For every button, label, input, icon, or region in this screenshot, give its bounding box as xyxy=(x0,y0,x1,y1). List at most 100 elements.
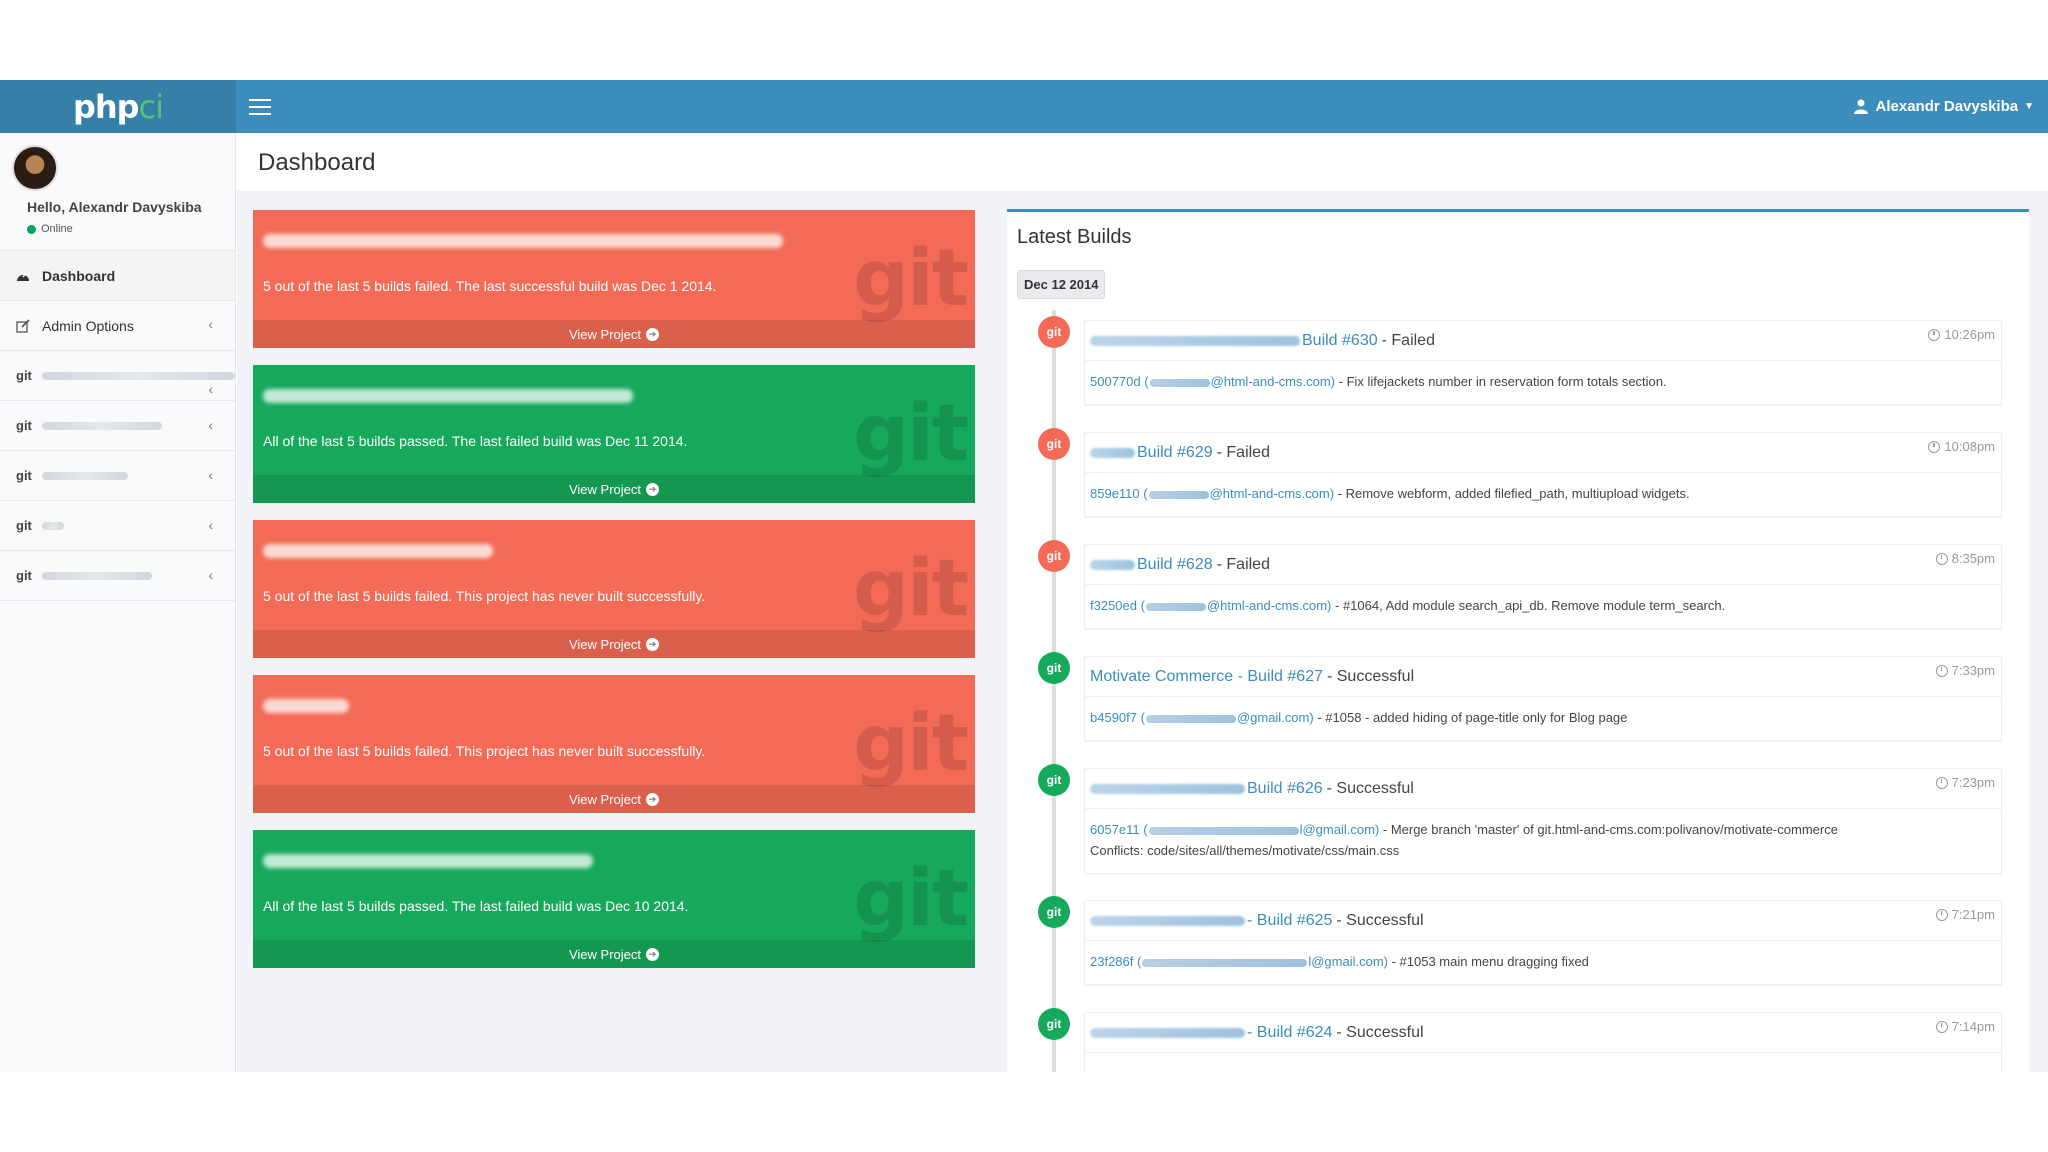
commit-hash-link[interactable]: 500770d ( xyxy=(1090,374,1149,389)
project-name-redacted xyxy=(1090,783,1245,794)
git-icon: git xyxy=(16,568,32,583)
clock-icon xyxy=(1935,908,1948,921)
user-name: Alexandr Davyskiba xyxy=(1875,98,2019,115)
commit-hash-link[interactable]: 859e110 ( xyxy=(1090,486,1148,501)
build-link[interactable]: Motivate Commerce - Build #627 xyxy=(1090,668,1323,686)
arrow-circle-right-icon: ➔ xyxy=(646,327,659,341)
project-summary: All of the last 5 builds passed. The las… xyxy=(263,433,688,449)
build-link[interactable]: Build #628 xyxy=(1137,556,1213,574)
project-name-redacted xyxy=(263,854,593,868)
git-icon: git xyxy=(853,854,969,944)
view-project-link[interactable]: View Project ➔ xyxy=(253,630,975,658)
view-project-link[interactable]: View Project ➔ xyxy=(253,940,975,968)
commit-message: - Merge branch 'master' of git.html-and-… xyxy=(1382,822,1838,837)
git-icon: git xyxy=(16,368,32,383)
sidebar-item-project[interactable]: git ‹ xyxy=(0,351,235,401)
project-name-redacted xyxy=(41,421,162,430)
build-commit: f3250ed (@html-and-cms.com) - #1064, Add… xyxy=(1085,585,2001,628)
project-box-failed: 5 out of the last 5 builds failed. This … xyxy=(253,520,975,658)
view-project-link[interactable]: View Project ➔ xyxy=(253,785,975,813)
build-time: 7:21pm xyxy=(1935,907,1995,922)
build-link[interactable]: Build #626 xyxy=(1247,780,1323,798)
chevron-left-icon: ‹ xyxy=(208,567,213,583)
project-name-redacted xyxy=(1090,447,1135,458)
latest-builds-panel: Latest Builds Dec 12 2014 git Build #630… xyxy=(1007,209,2029,1072)
build-time: 7:14pm xyxy=(1935,1019,1995,1034)
arrow-circle-right-icon: ➔ xyxy=(646,792,659,806)
timeline-date-label: Dec 12 2014 xyxy=(1017,270,1106,299)
author-redacted xyxy=(1145,714,1236,723)
build-header: Build #626 - Successful 7:23pm xyxy=(1085,769,2001,809)
project-name-redacted xyxy=(41,571,152,580)
sidebar-item-label: Admin Options xyxy=(42,317,134,334)
build-status: - Successful xyxy=(1336,1023,1424,1041)
app-window: phpci Alexandr Davyskiba ▼ Hello, Alexan… xyxy=(0,80,2048,1072)
commit-hash-link[interactable]: 6057e11 ( xyxy=(1090,822,1148,837)
commit-hash-link[interactable]: b4590f7 ( xyxy=(1090,710,1145,725)
top-navbar: phpci Alexandr Davyskiba ▼ xyxy=(0,80,2048,133)
dashboard-icon xyxy=(16,270,34,282)
build-time-text: 7:23pm xyxy=(1951,775,1995,790)
build-link[interactable]: - Build #624 xyxy=(1247,1024,1332,1042)
sidebar-item-dashboard[interactable]: Dashboard xyxy=(0,251,235,301)
build-commit: b4590f7 (@gmail.com) - #1058 - added hid… xyxy=(1085,697,2001,740)
online-status: Online xyxy=(27,223,73,235)
build-time: 7:23pm xyxy=(1935,775,1995,790)
build-time-text: 8:35pm xyxy=(1951,551,1995,566)
view-project-label: View Project xyxy=(568,481,641,497)
build-link[interactable]: - Build #625 xyxy=(1247,912,1332,930)
git-icon: git xyxy=(16,518,32,533)
commit-message-conflicts: Conflicts: code/sites/all/themes/motivat… xyxy=(1090,843,1400,858)
build-commit: 6057e11 ( l@gmail.com) - Merge branch 'ma… xyxy=(1085,809,2001,873)
commit-hash-link[interactable]: f3250ed ( xyxy=(1090,598,1145,613)
git-icon: git xyxy=(1038,428,1070,460)
author-redacted xyxy=(1145,602,1206,611)
commit-hash-link[interactable]: 23f286f ( xyxy=(1090,954,1141,969)
user-menu-dropdown[interactable]: Alexandr Davyskiba ▼ xyxy=(1853,80,2034,133)
clock-icon xyxy=(1935,1020,1948,1033)
sidebar-item-label: Dashboard xyxy=(42,267,116,284)
clock-icon xyxy=(1928,328,1941,341)
build-header: - Build #624 - Successful 7:14pm xyxy=(1085,1013,2001,1053)
build-link[interactable]: Build #630 xyxy=(1302,332,1378,350)
sidebar-item-project[interactable]: git ‹ xyxy=(0,501,235,551)
build-commit xyxy=(1085,1053,2001,1072)
build-card: - Build #624 - Successful 7:14pm xyxy=(1084,1012,2002,1072)
sidebar-item-project[interactable]: git ‹ xyxy=(0,451,235,501)
arrow-circle-right-icon: ➔ xyxy=(646,637,659,651)
view-project-link[interactable]: View Project ➔ xyxy=(253,320,975,348)
sidebar-toggle-icon[interactable] xyxy=(246,94,274,118)
sidebar-item-admin-options[interactable]: Admin Options ‹ xyxy=(0,301,235,351)
build-header: Build #630 - Failed 10:26pm xyxy=(1085,321,2001,361)
commit-author-email: @html-and-cms.com) xyxy=(1210,374,1335,389)
build-time: 10:08pm xyxy=(1928,439,1995,454)
logo-suffix-text: ci xyxy=(138,87,165,126)
caret-down-icon: ▼ xyxy=(2024,101,2034,112)
commit-message: - #1053 main menu dragging fixed xyxy=(1391,954,1589,969)
project-name-redacted xyxy=(41,371,235,380)
build-time-text: 7:21pm xyxy=(1951,907,1995,922)
build-header: Build #628 - Failed 8:35pm xyxy=(1085,545,2001,585)
view-project-link[interactable]: View Project ➔ xyxy=(253,475,975,503)
project-summary: 5 out of the last 5 builds failed. This … xyxy=(263,588,706,604)
sidebar-item-project[interactable]: git ‹ xyxy=(0,401,235,451)
arrow-circle-right-icon: ➔ xyxy=(646,947,659,961)
git-icon: git xyxy=(16,468,32,483)
build-commit: 500770d ( @html-and-cms.com) - Fix lifeja… xyxy=(1085,361,2001,404)
build-header: - Build #625 - Successful 7:21pm xyxy=(1085,901,2001,941)
commit-message: - #1064, Add module search_api_db. Remov… xyxy=(1335,598,1726,613)
project-summary: 5 out of the last 5 builds failed. This … xyxy=(263,743,706,759)
logo[interactable]: phpci xyxy=(0,80,236,133)
sidebar-item-project[interactable]: git ‹ xyxy=(0,551,235,601)
git-icon: git xyxy=(1038,896,1070,928)
build-link[interactable]: Build #629 xyxy=(1137,444,1213,462)
build-header: Build #629 - Failed 10:08pm xyxy=(1085,433,2001,473)
commit-author-email: l@gmail.com) xyxy=(1299,822,1380,837)
git-icon: git xyxy=(1038,540,1070,572)
clock-icon xyxy=(1935,664,1948,677)
build-time-text: 10:26pm xyxy=(1944,327,1995,342)
commit-message: - Fix lifejackets number in reservation … xyxy=(1338,374,1667,389)
commit-message: - Remove webform, added filefied_path, m… xyxy=(1337,486,1690,501)
author-redacted xyxy=(1148,826,1299,835)
build-time: 8:35pm xyxy=(1935,551,1995,566)
